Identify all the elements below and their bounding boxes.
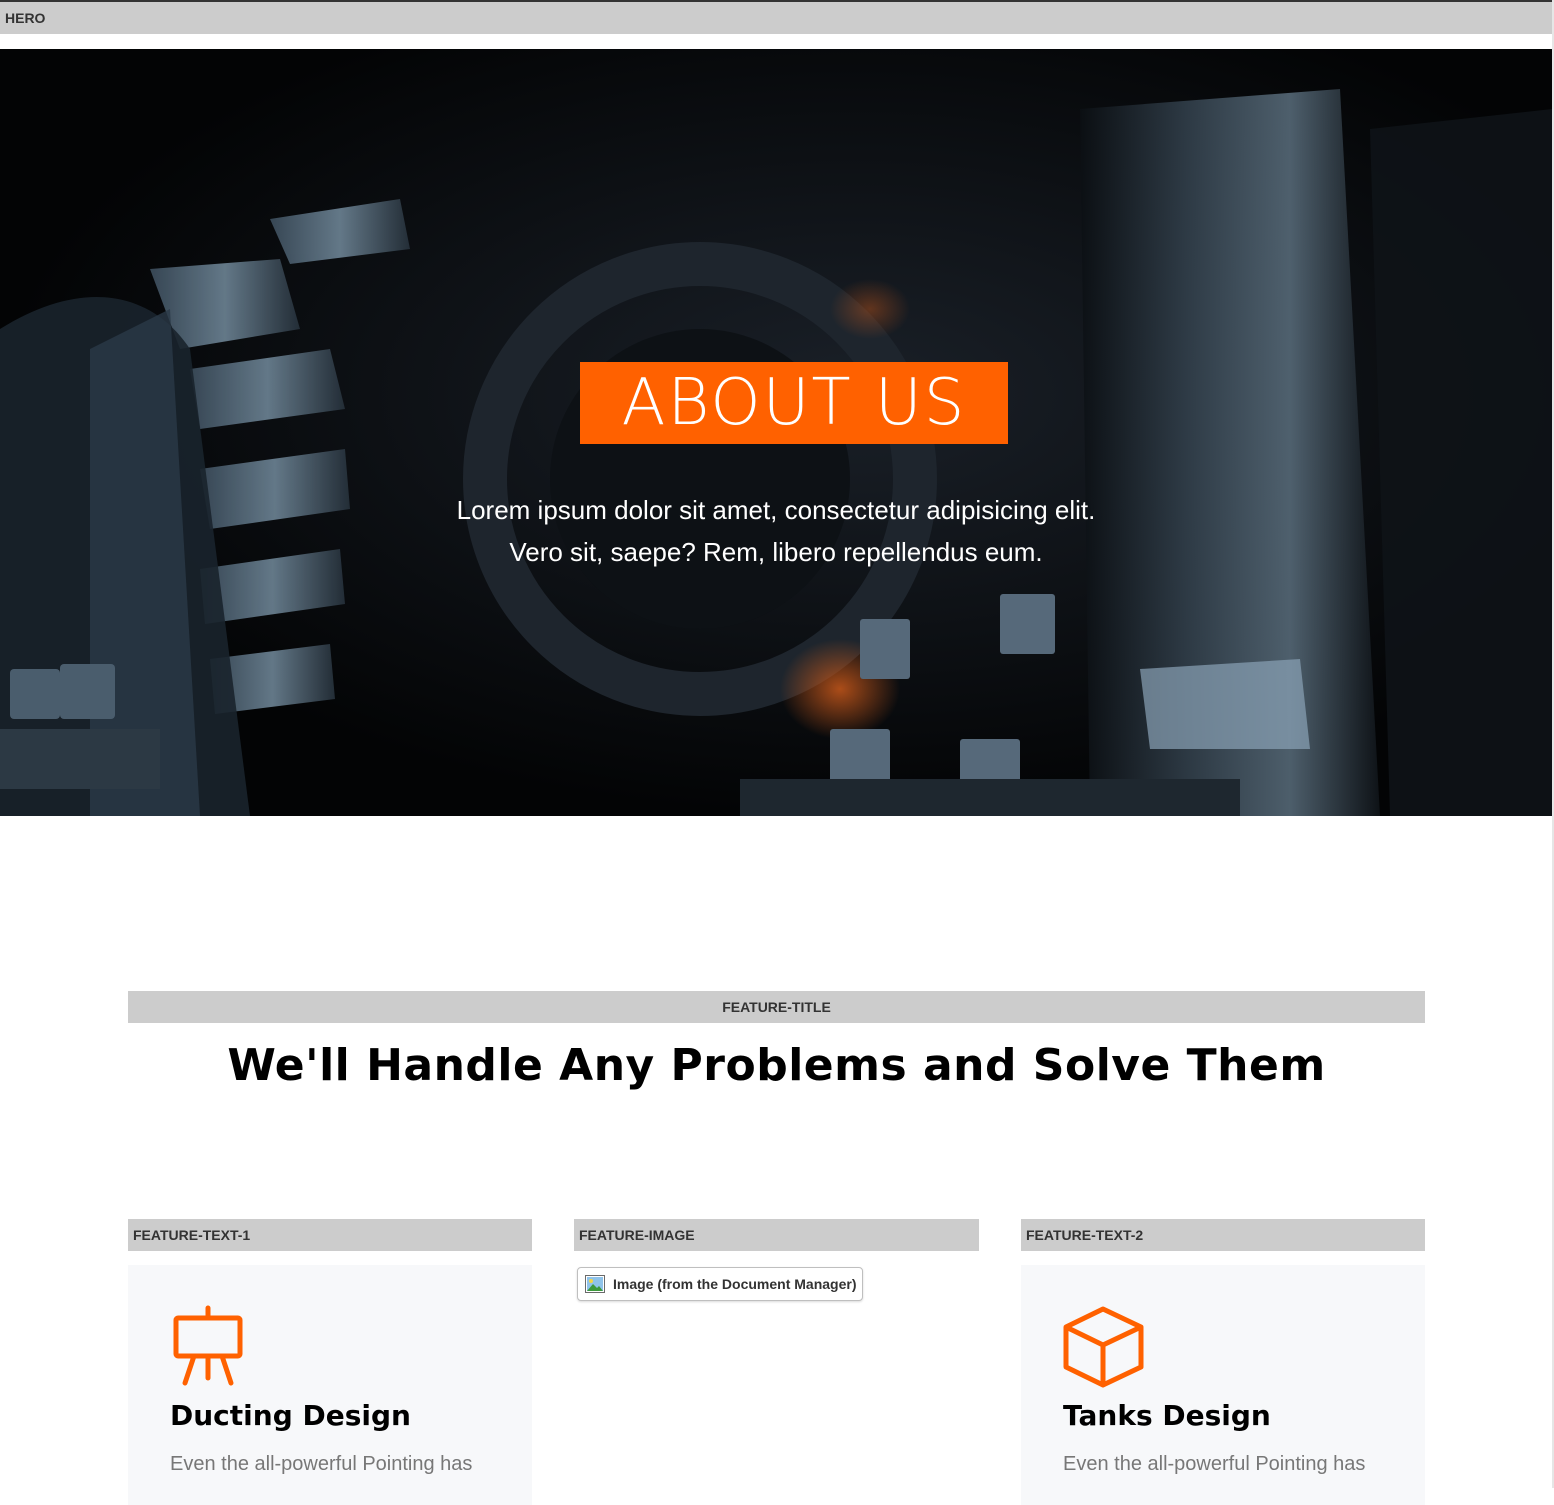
card-text: Even the all-powerful Pointing has <box>170 1453 473 1475</box>
image-placeholder-label: Image (from the Document Manager) <box>613 1276 857 1292</box>
card-title: Ducting Design <box>170 1399 411 1432</box>
feature-card-tanks: Tanks Design Even the all-powerful Point… <box>1021 1265 1425 1505</box>
hero-title: ABOUT US <box>621 366 967 440</box>
feature-card-ducting: Ducting Design Even the all-powerful Poi… <box>128 1265 532 1505</box>
hero-description: Lorem ipsum dolor sit amet, consectetur … <box>456 495 1096 567</box>
card-title: Tanks Design <box>1063 1399 1271 1432</box>
cube-icon <box>1063 1306 1144 1388</box>
easel-icon <box>173 1305 243 1386</box>
area-label-feature-title[interactable]: FEATURE-TITLE <box>128 991 1425 1023</box>
card-text: Even the all-powerful Pointing has <box>1063 1453 1366 1475</box>
area-label-feature-text-1[interactable]: FEATURE-TEXT-1 <box>128 1219 532 1251</box>
area-label-hero[interactable]: HERO <box>0 2 1552 34</box>
area-label-feature-image[interactable]: FEATURE-IMAGE <box>574 1219 979 1251</box>
feature-heading: We'll Handle Any Problems and Solve Them <box>227 1040 1326 1091</box>
hero-title-badge: ABOUT US <box>580 362 1008 444</box>
area-label-feature-text-2[interactable]: FEATURE-TEXT-2 <box>1021 1219 1425 1251</box>
hero-section: ABOUT US Lorem ipsum dolor sit amet, con… <box>0 49 1552 816</box>
image-icon <box>585 1275 605 1293</box>
image-placeholder-button[interactable]: Image (from the Document Manager) <box>577 1267 864 1301</box>
